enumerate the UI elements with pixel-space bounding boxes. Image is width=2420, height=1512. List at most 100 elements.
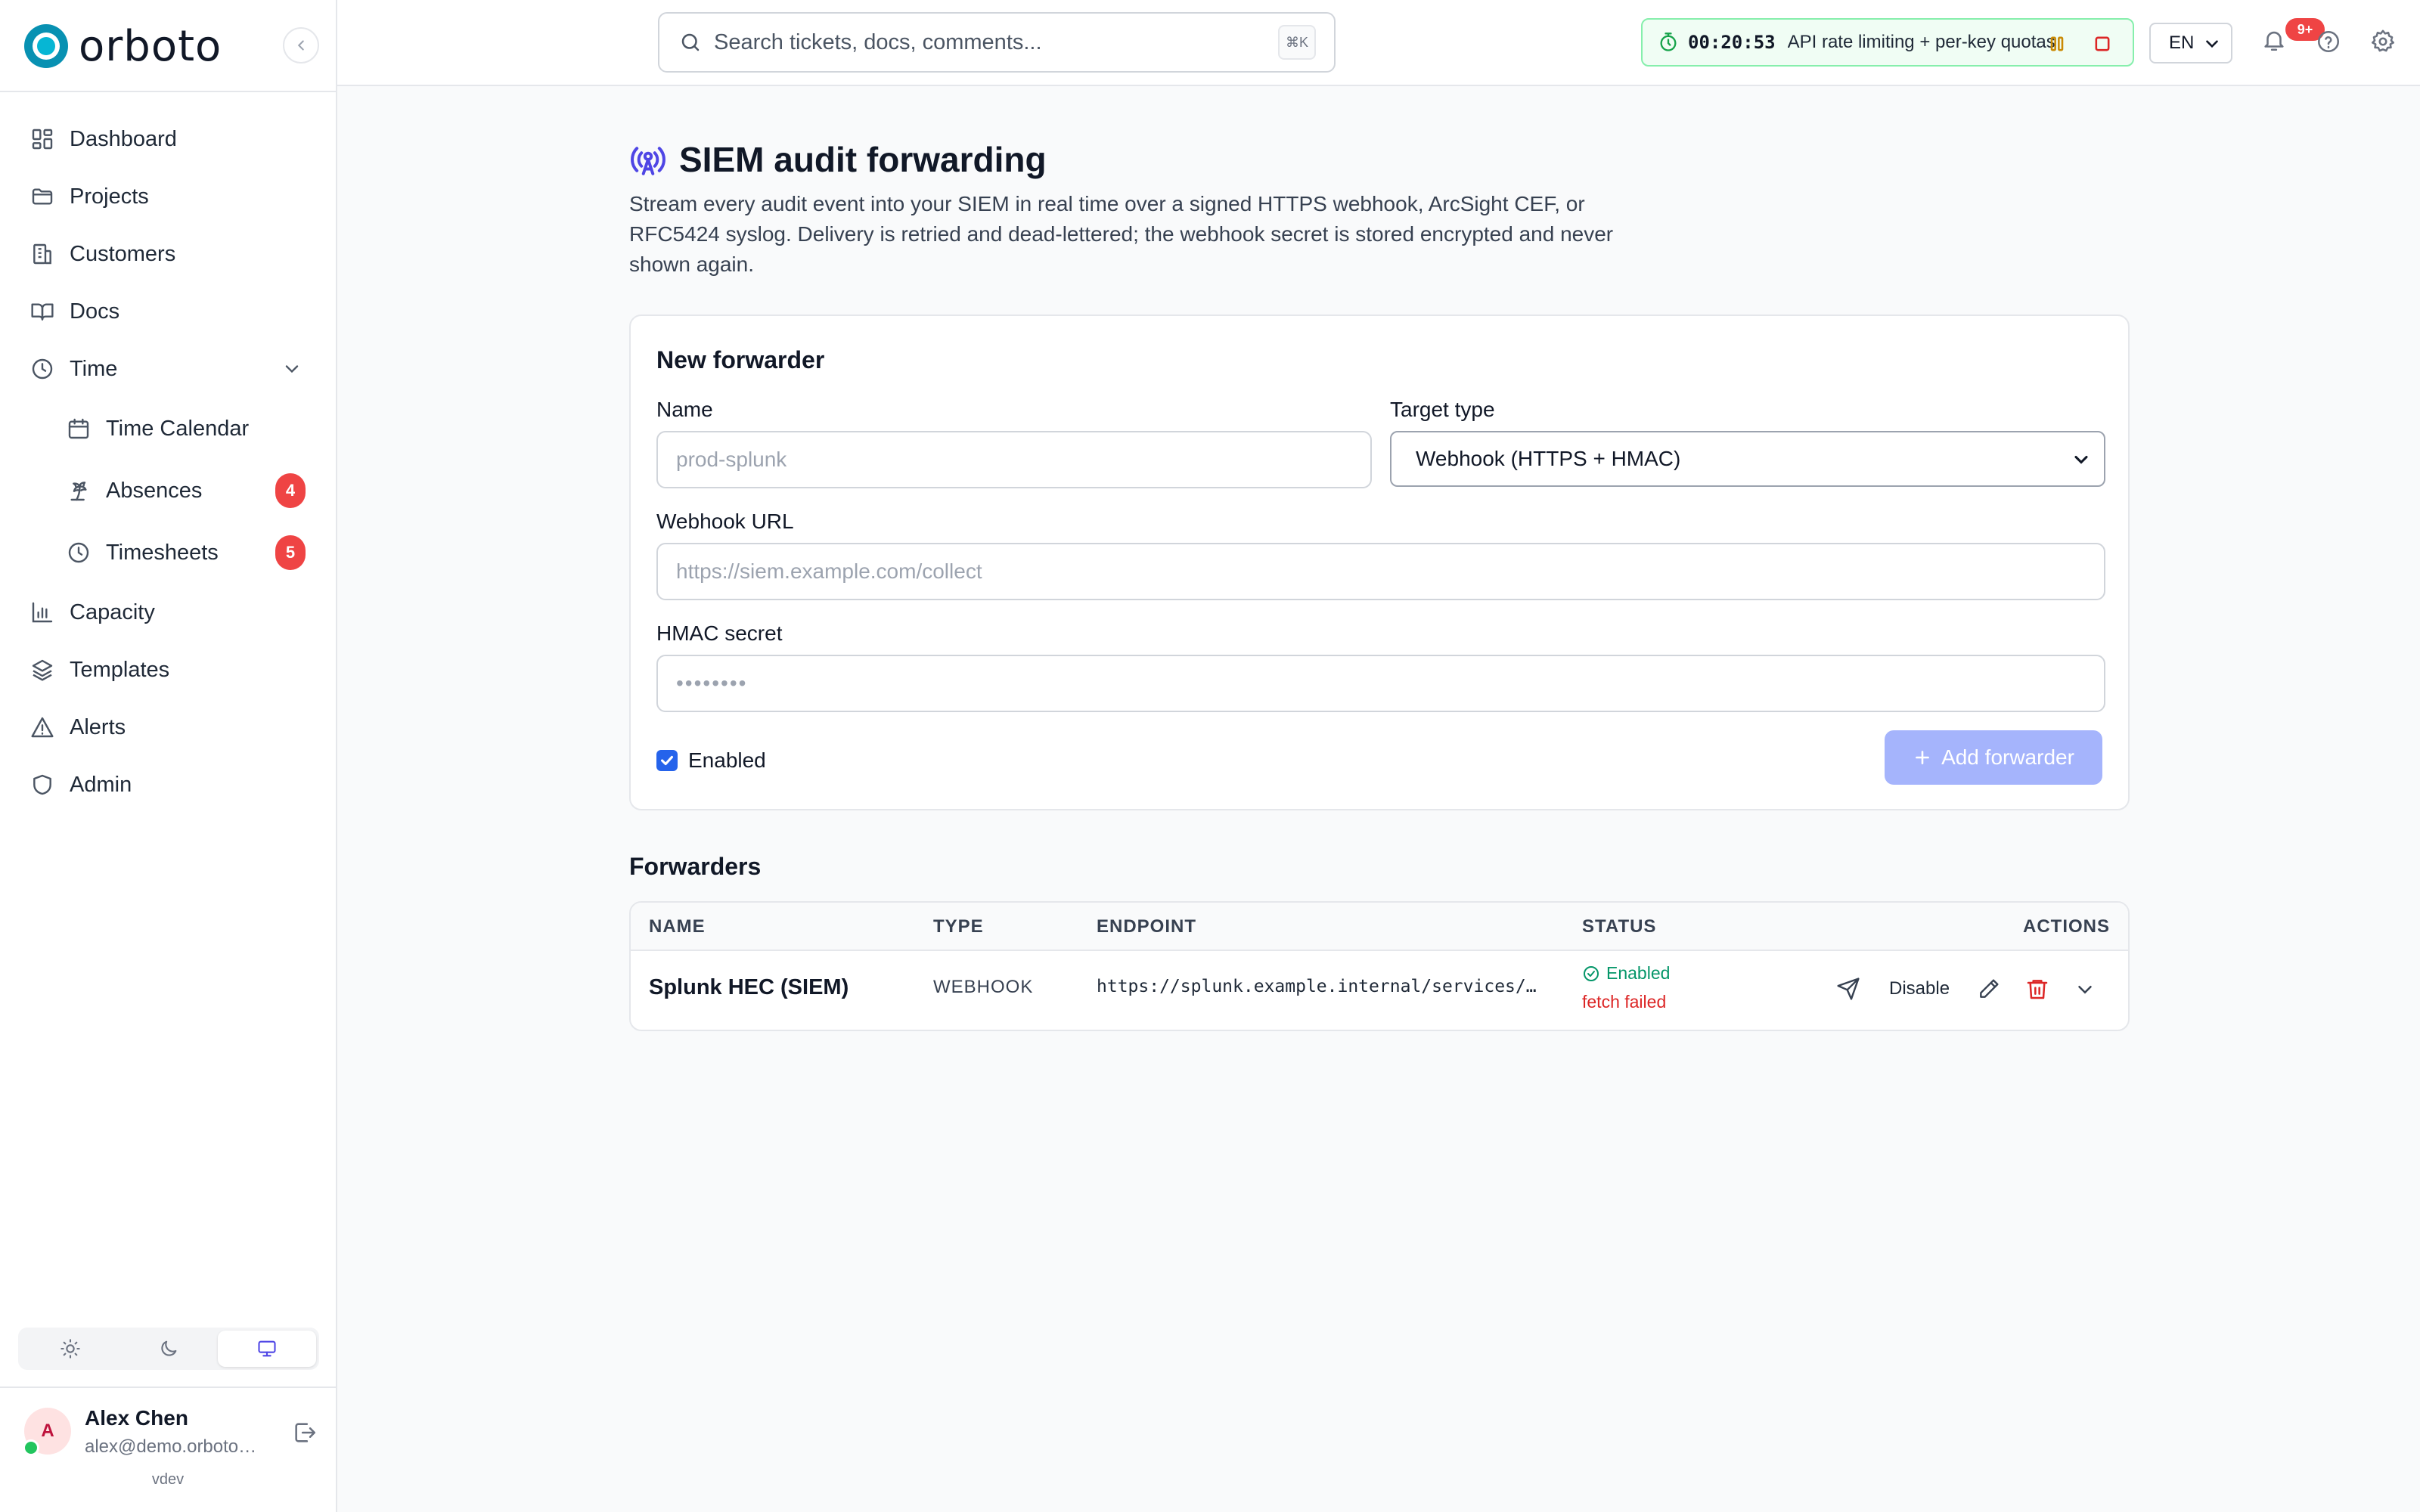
logout-icon[interactable] — [292, 1420, 318, 1445]
sidebar-item-label: Alerts — [70, 714, 126, 739]
check-icon — [661, 755, 673, 766]
calendar-icon — [68, 418, 89, 439]
timesheets-count-badge: 5 — [275, 535, 306, 570]
search-shortcut-hint: ⌘K — [1278, 25, 1316, 60]
delivery-error: fetch failed — [1582, 992, 1667, 1012]
sidebar-item-label: Time Calendar — [106, 416, 250, 441]
sidebar-item-label: Customers — [70, 241, 176, 266]
user-name: Alex Chen — [85, 1406, 188, 1430]
chevron-down-icon[interactable] — [2074, 978, 2096, 1001]
main-content: SIEM audit forwarding Stream every audit… — [629, 136, 2130, 1031]
brand-logo[interactable]: orboto — [24, 21, 319, 71]
page-description: Stream every audit event into your SIEM … — [629, 192, 1614, 276]
clock-icon — [32, 358, 53, 380]
sidebar-item-label: Dashboard — [70, 126, 177, 151]
chevron-down-icon — [2206, 40, 2218, 48]
sidebar-item-label: Docs — [70, 299, 120, 324]
name-label: Name — [656, 398, 713, 421]
folder-icon — [32, 188, 53, 205]
brand-name: orboto — [79, 21, 222, 71]
alert-triangle-icon — [31, 717, 54, 738]
absences-count-badge: 4 — [275, 473, 306, 508]
add-forwarder-button[interactable]: Add forwarder — [1885, 730, 2102, 785]
enabled-checkbox-row[interactable]: Enabled — [656, 748, 766, 773]
trash-icon[interactable] — [2025, 977, 2049, 1001]
timer-elapsed: 00:20:53 — [1688, 32, 1776, 53]
user-divider — [0, 1387, 336, 1388]
chevron-left-icon — [297, 40, 304, 51]
disable-button[interactable]: Disable — [1889, 978, 1950, 999]
form-title: New forwarder — [656, 346, 825, 373]
bar-chart-icon — [32, 602, 53, 623]
name-input[interactable]: prod-splunk — [656, 431, 1372, 488]
app-version: vdev — [151, 1471, 185, 1488]
bell-icon[interactable] — [2261, 27, 2287, 53]
hmac-secret-label: HMAC secret — [656, 621, 783, 645]
moon-icon — [161, 1340, 177, 1356]
target-type-select[interactable]: Webhook (HTTPS + HMAC) — [1390, 431, 2105, 487]
column-header-actions: ACTIONS — [2023, 916, 2110, 937]
enabled-checkbox[interactable] — [656, 750, 678, 771]
send-test-icon[interactable] — [1836, 977, 1860, 1001]
theme-system-button[interactable] — [218, 1331, 316, 1367]
column-header-type: TYPE — [933, 916, 984, 937]
user-profile[interactable]: A Alex Chen alex@demo.orboto.com — [23, 1403, 319, 1464]
sidebar-item-time[interactable]: Time — [0, 340, 336, 398]
sidebar-item-capacity[interactable]: Capacity — [0, 584, 336, 641]
online-status-dot — [23, 1439, 39, 1456]
theme-dark-button[interactable] — [119, 1331, 218, 1367]
sidebar-item-templates[interactable]: Templates — [0, 641, 336, 699]
collapse-sidebar-button[interactable] — [283, 27, 319, 64]
sidebar-item-admin[interactable]: Admin — [0, 756, 336, 813]
sidebar-item-customers[interactable]: Customers — [0, 225, 336, 283]
search-icon — [681, 33, 700, 51]
sidebar-item-label: Admin — [70, 772, 132, 797]
chevron-down-icon — [2074, 455, 2088, 464]
gear-icon[interactable] — [2370, 29, 2396, 54]
page-header: SIEM audit forwarding — [629, 136, 2130, 183]
sidebar-item-label: Templates — [70, 657, 170, 682]
sidebar-item-dashboard[interactable]: Dashboard — [0, 110, 336, 168]
pause-icon[interactable] — [2046, 33, 2068, 54]
search-input[interactable]: Search tickets, docs, comments... ⌘K — [658, 12, 1336, 73]
brand-logo-icon — [24, 24, 68, 68]
table-header: NAME TYPE ENDPOINT STATUS ACTIONS — [631, 903, 2128, 951]
sidebar-item-timesheets[interactable]: Timesheets 5 — [0, 522, 336, 584]
clock-icon — [68, 542, 89, 563]
pencil-icon[interactable] — [1977, 977, 2001, 1001]
active-timer[interactable]: 00:20:53 API rate limiting + per-key quo… — [1641, 18, 2134, 67]
status-text: Enabled — [1606, 963, 1671, 983]
broadcast-tower-icon — [631, 147, 666, 175]
sidebar-divider — [0, 91, 336, 92]
monitor-icon — [258, 1340, 276, 1357]
help-circle-icon[interactable] — [2316, 29, 2341, 54]
webhook-url-input[interactable]: https://siem.example.com/collect — [656, 543, 2105, 600]
stop-icon[interactable] — [2092, 33, 2113, 54]
sidebar-nav: Dashboard Projects Customers Docs Time T… — [0, 110, 336, 813]
sidebar-item-label: Capacity — [70, 600, 155, 624]
search-placeholder: Search tickets, docs, comments... — [714, 29, 1042, 54]
sidebar-item-label: Absences — [106, 478, 203, 503]
sidebar-item-time-calendar[interactable]: Time Calendar — [0, 398, 336, 460]
building-icon — [33, 243, 51, 265]
language-select[interactable]: EN — [2149, 23, 2232, 64]
sidebar-item-projects[interactable]: Projects — [0, 168, 336, 225]
language-value: EN — [2169, 33, 2195, 53]
dashboard-icon — [32, 129, 53, 150]
sidebar-item-absences[interactable]: Absences 4 — [0, 460, 336, 522]
hmac-secret-input[interactable]: •••••••• — [656, 655, 2105, 712]
shield-icon — [33, 774, 51, 795]
column-header-name: NAME — [649, 916, 706, 937]
sidebar-item-label: Time — [70, 356, 118, 381]
forwarders-title: Forwarders — [629, 853, 762, 880]
timer-task: API rate limiting + per-key quotas — [1787, 32, 2055, 52]
theme-switcher — [18, 1328, 319, 1370]
sidebar-item-alerts[interactable]: Alerts — [0, 699, 336, 756]
sidebar-item-docs[interactable]: Docs — [0, 283, 336, 340]
chevron-down-icon[interactable] — [281, 358, 302, 380]
forwarder-endpoint: https://splunk.example.internal/services… — [1097, 977, 1546, 996]
page-title: SIEM audit forwarding — [679, 140, 1047, 179]
theme-light-button[interactable] — [21, 1331, 119, 1367]
target-type-value: Webhook (HTTPS + HMAC) — [1416, 447, 1681, 470]
sidebar-item-label: Projects — [70, 184, 149, 209]
